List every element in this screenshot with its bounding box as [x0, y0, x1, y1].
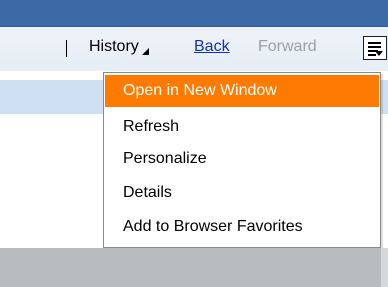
chevron-down-icon	[375, 51, 383, 56]
menu-item-details[interactable]: Details	[105, 177, 379, 209]
forward-link-disabled: Forward	[258, 38, 317, 55]
menu-item-refresh[interactable]: Refresh	[105, 111, 379, 143]
scrollbar-edge	[381, 248, 388, 287]
page-menu-button[interactable]	[363, 36, 387, 60]
toolbar-separator	[66, 40, 67, 57]
history-button[interactable]: History	[89, 38, 149, 56]
triangle-down-icon	[141, 48, 149, 55]
menu-line-icon	[368, 42, 381, 44]
menu-item-open-new-window[interactable]: Open in New Window	[105, 75, 379, 107]
top-header-bar	[0, 0, 388, 27]
menu-item-personalize[interactable]: Personalize	[105, 143, 379, 175]
content-footer-band	[0, 248, 388, 287]
menu-item-add-to-favorites[interactable]: Add to Browser Favorites	[105, 211, 379, 243]
menu-line-icon	[368, 46, 381, 48]
history-label: History	[89, 38, 139, 55]
back-link[interactable]: Back	[194, 38, 230, 56]
context-menu: Open in New Window Refresh Personalize D…	[103, 72, 381, 248]
